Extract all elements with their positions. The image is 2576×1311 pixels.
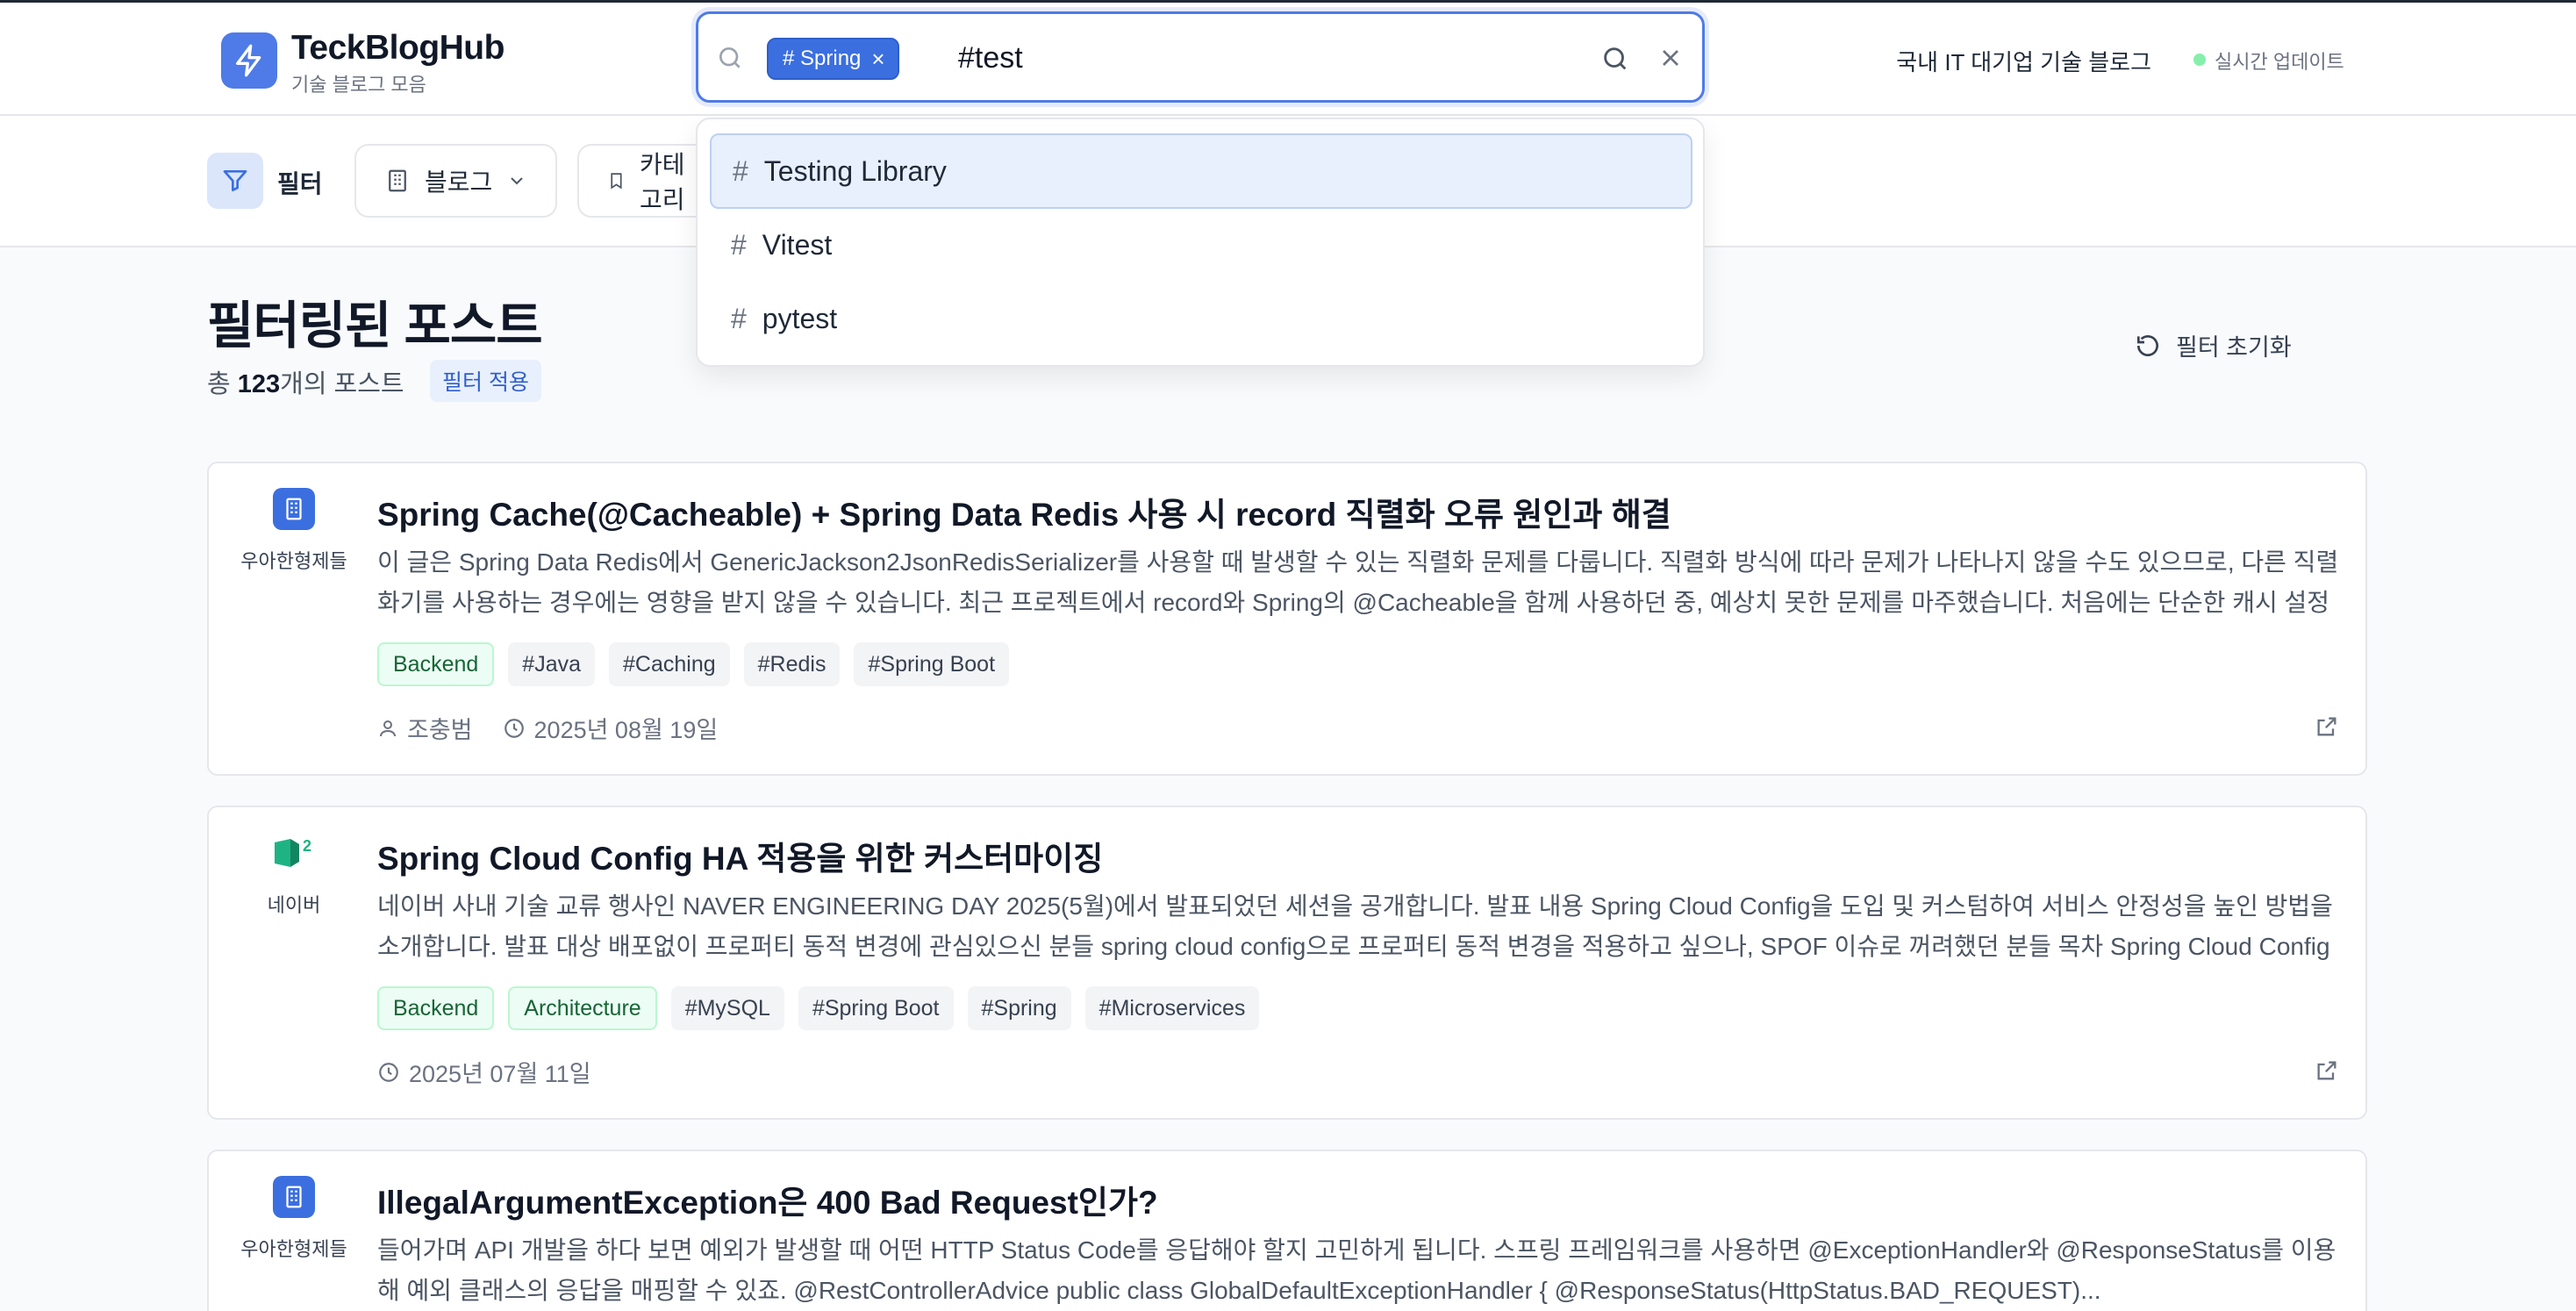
hash-tag[interactable]: #Spring Boot (854, 642, 1010, 686)
d2-logo-icon: 2 (269, 832, 318, 874)
search-icon (719, 47, 741, 68)
count-prefix: 총 (207, 370, 238, 398)
hash-tag[interactable]: #MySQL (670, 986, 784, 1030)
clock-icon (504, 718, 524, 738)
hash-tag[interactable]: #Java (508, 642, 596, 686)
post-tags: Backend #Java #Caching #Redis #Spring Bo… (377, 642, 1010, 686)
tag-suggestions-dropdown: # Testing Library # Vitest # pytest (696, 118, 1705, 367)
post-source[interactable]: 2 네이버 (209, 832, 379, 918)
post-author: 조충범 (407, 717, 473, 743)
user-icon (380, 720, 396, 736)
blog-filter-dropdown[interactable]: 블로그 (354, 144, 558, 218)
page-title: 필터링된 포스트 (207, 297, 543, 355)
post-date: 2025년 08월 19일 (533, 717, 719, 743)
chip-label: # Spring (783, 47, 862, 70)
clear-search-icon[interactable] (1657, 44, 1685, 72)
chip-remove-icon[interactable]: × (871, 47, 884, 70)
live-status-dot (2193, 54, 2206, 66)
search-submit-icon[interactable] (1600, 44, 1630, 74)
post-tags: Backend Architecture #MySQL #Spring Boot… (377, 986, 1260, 1030)
post-description: 들어가며 API 개발을 하다 보면 예외가 발생할 때 어떤 HTTP Sta… (377, 1236, 2336, 1304)
live-status-label: 실시간 업데이트 (2215, 51, 2344, 73)
spring-tag-chip[interactable]: # Spring × (767, 38, 899, 80)
suggestion-item[interactable]: # pytest (710, 281, 1692, 356)
search-input[interactable] (958, 33, 1397, 82)
bolt-logo-icon[interactable] (221, 32, 277, 89)
hash-tag[interactable]: #Spring Boot (798, 986, 954, 1030)
header-tagline: 국내 IT 대기업 기술 블로그 (1896, 49, 2151, 75)
hash-tag[interactable]: #Redis (743, 642, 841, 686)
app-title[interactable]: TeckBlogHub (291, 29, 504, 68)
hash-tag[interactable]: #Caching (609, 642, 730, 686)
category-filter-dropdown[interactable]: 카테고리 (577, 144, 709, 218)
post-description: 네이버 사내 기술 교류 행사인 NAVER ENGINEERING DAY 2… (377, 892, 2333, 960)
post-title[interactable]: IllegalArgumentException은 400 Bad Reques… (377, 1176, 1158, 1223)
suggestion-label: pytest (762, 302, 838, 334)
hash-icon: # (731, 302, 747, 334)
post-title[interactable]: Spring Cache(@Cacheable) + Spring Data R… (377, 488, 1671, 535)
building-logo-icon (273, 488, 315, 530)
reset-filter-label: 필터 초기화 (2176, 334, 2292, 361)
category-tag[interactable]: Architecture (508, 986, 657, 1030)
post-count: 총 123개의 포스트 (207, 363, 404, 400)
post-card[interactable]: 우아한형제들 IllegalArgumentException은 400 Bad… (207, 1150, 2367, 1311)
chevron-down-icon (511, 177, 523, 185)
source-label: 네이버 (267, 894, 321, 916)
filter-applied-badge: 필터 적용 (430, 360, 541, 402)
post-meta: 조충범 2025년 08월 19일 (377, 711, 718, 745)
filter-icon[interactable] (207, 153, 263, 209)
hash-icon: # (733, 154, 748, 187)
hash-tag[interactable]: #Spring (967, 986, 1071, 1030)
post-card[interactable]: 우아한형제들 Spring Cache(@Cacheable) + Spring… (207, 462, 2367, 776)
search-box[interactable]: # Spring × (696, 11, 1705, 103)
count-value: 123 (237, 370, 281, 398)
building-logo-icon (273, 1176, 315, 1218)
reset-filter-button[interactable]: 필터 초기화 (2134, 328, 2292, 362)
post-source[interactable]: 우아한형제들 (209, 488, 379, 574)
post-meta: 2025년 07월 11일 (377, 1055, 591, 1089)
reset-icon (2137, 334, 2158, 356)
category-tag[interactable]: Backend (377, 986, 495, 1030)
external-link-icon[interactable] (2315, 714, 2339, 739)
hash-tag[interactable]: #Microservices (1084, 986, 1260, 1030)
post-card[interactable]: 2 네이버 Spring Cloud Config HA 적용을 위한 커스터마… (207, 806, 2367, 1120)
post-date: 2025년 07월 11일 (409, 1061, 591, 1087)
suggestion-label: Vitest (762, 228, 833, 261)
post-description: 이 글은 Spring Data Redis에서 GenericJackson2… (377, 548, 2339, 616)
building-icon (389, 169, 406, 192)
suggestion-item[interactable]: # Testing Library (710, 133, 1692, 209)
count-suffix: 개의 포스트 (280, 370, 404, 398)
filter-label: 필터 (277, 170, 323, 197)
post-source[interactable]: 우아한형제들 (209, 1176, 379, 1262)
hash-icon: # (731, 228, 747, 261)
source-label: 우아한형제들 (240, 1238, 347, 1260)
blog-filter-label: 블로그 (425, 168, 493, 196)
clock-icon (379, 1062, 398, 1082)
bookmark-icon (611, 173, 622, 190)
category-tag[interactable]: Backend (377, 642, 495, 686)
suggestion-item[interactable]: # Vitest (710, 207, 1692, 283)
external-link-icon[interactable] (2315, 1058, 2339, 1083)
source-label: 우아한형제들 (240, 550, 347, 572)
post-title[interactable]: Spring Cloud Config HA 적용을 위한 커스터마이징 (377, 832, 1103, 879)
app-subtitle: 기술 블로그 모음 (291, 74, 426, 96)
svg-text:2: 2 (303, 837, 311, 855)
suggestion-label: Testing Library (763, 154, 947, 187)
